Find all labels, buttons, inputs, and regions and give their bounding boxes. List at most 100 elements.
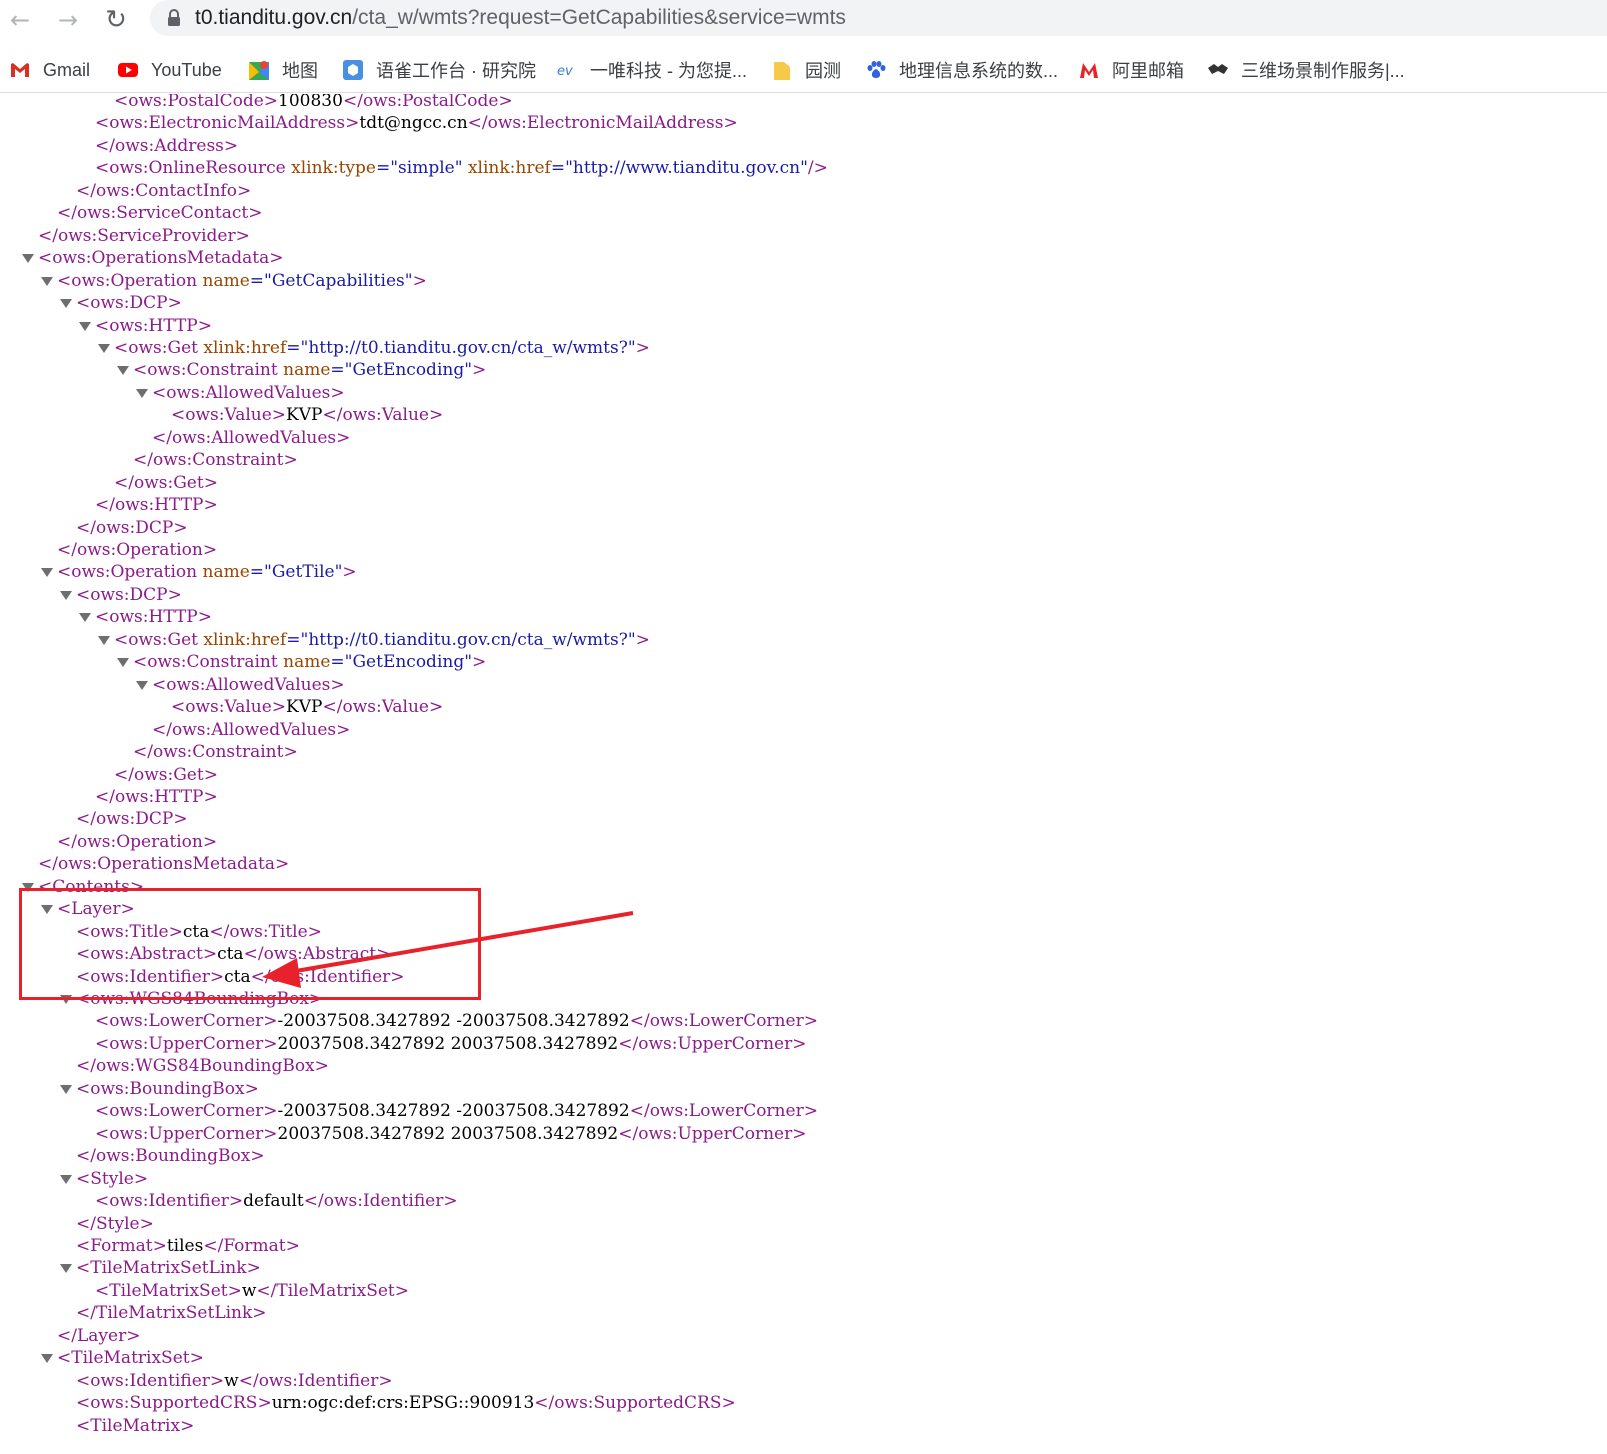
xml-line: <ows:Identifier>cta</ows:Identifier> [76, 966, 405, 988]
address-url[interactable]: t0.tianditu.gov.cn/cta_w/wmts?request=Ge… [195, 2, 846, 34]
collapse-toggle-icon[interactable] [60, 1264, 72, 1274]
xml-tag-part: </ [76, 1056, 96, 1077]
back-arrow-icon[interactable]: ← [4, 4, 36, 36]
xml-line: <Layer> [57, 898, 135, 920]
xml-tag-part: < [76, 1415, 91, 1436]
xml-tag-part: > [167, 584, 182, 605]
collapse-toggle-icon[interactable] [41, 276, 53, 286]
xml-tag-part: TileMatrix [90, 1415, 181, 1436]
xml-tag-part: </ [303, 1191, 324, 1212]
xml-tag-part: < [95, 1011, 110, 1032]
xml-tag-part: ows:DCP [95, 809, 174, 830]
collapse-toggle-icon[interactable] [117, 366, 129, 376]
forward-arrow-icon[interactable]: → [52, 4, 84, 36]
xml-attribute-value: " [464, 360, 473, 381]
collapse-toggle-icon[interactable] [98, 343, 110, 353]
collapse-toggle-icon[interactable] [79, 321, 91, 331]
collapse-toggle-icon[interactable] [117, 658, 129, 668]
xml-tag-part: > [378, 1370, 393, 1391]
collapse-toggle-icon[interactable] [41, 568, 53, 578]
xml-tag-part: < [133, 652, 148, 673]
collapse-toggle-icon[interactable] [136, 388, 148, 398]
xml-tag-part: TileMatrixSet [109, 1280, 228, 1301]
xml-tag-part: ows:HTTP [109, 315, 198, 336]
bookmark-label: Gmail [43, 59, 91, 80]
bookmark-folder[interactable]: 园测 [771, 58, 841, 82]
xml-tag-part: ows:HTTP [114, 495, 204, 516]
collapse-toggle-icon[interactable] [60, 995, 72, 1004]
xml-tag-part: ows:Operation [71, 270, 198, 291]
xml-tag-part: ows:Abstract [263, 944, 377, 965]
collapse-toggle-icon[interactable] [136, 680, 148, 690]
xml-tag-part: </ [133, 450, 153, 471]
xml-tag-part: ows:Identifier [90, 966, 210, 987]
xml-tag-part: > [173, 809, 188, 830]
xml-attribute-value: GetEncoding [352, 360, 465, 381]
collapse-toggle-icon[interactable] [22, 254, 34, 264]
xml-tag-part: ows:Get [128, 337, 198, 358]
xml-tag-part: ows:Identifier [323, 1191, 444, 1212]
xml-line: <ows:Get xlink:href="http://t0.tianditu.… [114, 629, 650, 651]
xml-attribute-value: =" [330, 652, 353, 673]
xml-tag-part: < [114, 94, 129, 111]
bookmark-youtube[interactable]: YouTube [117, 58, 222, 82]
xml-tag-part: < [95, 315, 110, 336]
xml-line: </ows:AllowedValues> [152, 427, 350, 449]
collapse-toggle-icon[interactable] [60, 1084, 72, 1094]
bookmark-gmail[interactable]: Gmail [9, 58, 90, 82]
collapse-toggle-icon[interactable] [41, 1354, 53, 1364]
xml-tag-part: ows:Get [128, 629, 198, 650]
xml-tag-part: ows:Value [185, 697, 272, 718]
collapse-toggle-icon[interactable] [60, 299, 72, 309]
xml-attribute-name: xlink:type [291, 158, 376, 179]
xml-tag-part: Style [90, 1168, 134, 1189]
collapse-toggle-icon[interactable] [60, 1174, 72, 1184]
xml-attribute-value: " [464, 652, 473, 673]
xml-tag-part: </ [467, 113, 488, 134]
bookmark-ev[interactable]: ev 一唯科技 - 为您提... [556, 58, 747, 82]
xml-tag-part: </ [629, 1011, 650, 1032]
xml-line: <ows:HTTP> [95, 315, 212, 337]
collapse-toggle-icon[interactable] [98, 635, 110, 645]
collapse-toggle-icon[interactable] [41, 905, 53, 915]
xml-attribute-value: =" [249, 270, 272, 291]
xml-tag-part: ows:WGS84BoundingBox [95, 1056, 315, 1077]
xml-tag-part: < [76, 1168, 91, 1189]
xml-tag-part: ows:PostalCode [362, 94, 499, 111]
collapse-toggle-icon[interactable] [79, 613, 91, 623]
xml-tag-part: > [429, 697, 444, 718]
xml-line: <ows:UpperCorner>20037508.3427892 200375… [95, 1033, 807, 1055]
xml-tag-part: > [314, 1056, 329, 1077]
xml-tag-part: </ [250, 966, 271, 987]
collapse-toggle-icon[interactable] [60, 590, 72, 600]
xml-tag-part: > [443, 1191, 458, 1212]
xml-tag-part: > [209, 966, 225, 987]
xml-line: <ows:DCP> [76, 292, 182, 314]
bookmark-alimail[interactable]: 阿里邮箱 [1078, 58, 1184, 82]
xml-tag-part: > [236, 180, 252, 201]
xml-tag-part: > [129, 876, 145, 897]
bookmark-3d-service[interactable]: 三维场景制作服务|... [1207, 58, 1405, 82]
xml-tag-part: < [76, 921, 91, 942]
xml-line: </ows:OperationsMetadata> [38, 853, 289, 875]
xml-text-node: tiles [166, 1235, 204, 1256]
xml-tag-part: </ [76, 180, 96, 201]
xml-line: <ows:Operation name="GetTile"> [57, 561, 357, 583]
xml-tag-part: ows:Identifier [109, 1191, 229, 1212]
alimail-icon [1080, 63, 1098, 78]
bookmark-yuque[interactable]: 语雀工作台 · 研究院 [342, 58, 536, 82]
xml-attribute-name: name [202, 270, 250, 291]
xml-tag-part: </ [57, 540, 77, 560]
collapse-toggle-icon[interactable] [22, 882, 34, 892]
bookmark-gis[interactable]: 地理信息系统的数... [865, 58, 1058, 82]
bookmark-maps[interactable]: 地图 [248, 58, 318, 82]
xml-tag-part: ows:Constraint [147, 360, 278, 381]
xml-tag-part: < [171, 697, 186, 718]
xml-text-node: 20037508.3427892 20037508.3427892 [277, 1123, 619, 1144]
xml-line: <ows:ElectronicMailAddress>tdt@ngcc.cn</… [95, 112, 738, 134]
reload-icon[interactable]: ↻ [100, 4, 132, 36]
xml-tag-part: ows:Identifier [270, 966, 391, 987]
lock-icon[interactable] [167, 9, 181, 27]
address-bar[interactable]: t0.tianditu.gov.cn/cta_w/wmts?request=Ge… [150, 0, 1607, 36]
xml-tag-part: </ [256, 1280, 277, 1301]
